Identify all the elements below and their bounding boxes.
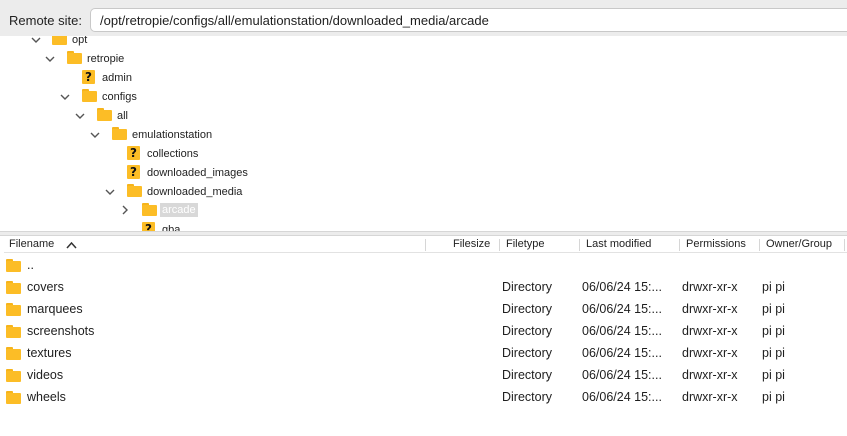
chevron-down-icon[interactable] <box>59 91 71 103</box>
remote-directory-tree[interactable]: opt retropie ? admin configs all emulati… <box>4 36 847 231</box>
file-type: Directory <box>502 302 553 316</box>
column-divider[interactable] <box>579 239 580 251</box>
column-filesize[interactable]: Filesize <box>453 236 490 253</box>
column-last-modified[interactable]: Last modified <box>586 236 651 253</box>
tree-item-gba[interactable]: gba <box>162 223 180 231</box>
tree-item-admin[interactable]: admin <box>102 71 132 85</box>
tree-item-emulationstation[interactable]: emulationstation <box>132 128 212 142</box>
file-row[interactable]: marquees Directory 06/06/24 15:... drwxr… <box>4 298 847 320</box>
column-filename[interactable]: Filename <box>9 236 54 253</box>
file-name: screenshots <box>27 324 95 338</box>
file-modified: 06/06/24 15:... <box>582 346 662 360</box>
column-filetype[interactable]: Filetype <box>506 236 545 253</box>
file-type: Directory <box>502 324 553 338</box>
file-modified: 06/06/24 15:... <box>582 302 662 316</box>
chevron-right-icon[interactable] <box>119 204 131 216</box>
file-type: Directory <box>502 346 553 360</box>
file-name: covers <box>27 280 64 294</box>
column-divider[interactable] <box>425 239 426 251</box>
folder-icon <box>6 281 22 295</box>
file-owner: pi pi <box>762 346 785 360</box>
unknown-folder-icon: ? <box>127 146 140 160</box>
folder-icon <box>127 184 143 198</box>
file-modified: 06/06/24 15:... <box>582 368 662 382</box>
file-modified: 06/06/24 15:... <box>582 324 662 338</box>
folder-icon <box>6 259 22 273</box>
file-permissions: drwxr-xr-x <box>682 302 738 316</box>
folder-icon <box>6 391 22 405</box>
file-type: Directory <box>502 390 553 404</box>
file-name: videos <box>27 368 64 382</box>
file-name: textures <box>27 346 72 360</box>
folder-icon <box>82 89 98 103</box>
file-type: Directory <box>502 280 553 294</box>
tree-item-opt[interactable]: opt <box>72 36 87 47</box>
folder-icon <box>97 108 113 122</box>
folder-icon <box>6 347 22 361</box>
column-permissions[interactable]: Permissions <box>686 236 746 253</box>
remote-file-list[interactable]: Filename Filesize Filetype Last modified… <box>4 236 847 436</box>
column-owner-group[interactable]: Owner/Group <box>766 236 832 253</box>
file-modified: 06/06/24 15:... <box>582 280 662 294</box>
chevron-down-icon[interactable] <box>89 129 101 141</box>
file-permissions: drwxr-xr-x <box>682 368 738 382</box>
file-row[interactable]: wheels Directory 06/06/24 15:... drwxr-x… <box>4 386 847 408</box>
file-row-parent[interactable]: .. <box>4 254 847 276</box>
folder-icon <box>6 303 22 317</box>
file-owner: pi pi <box>762 368 785 382</box>
file-permissions: drwxr-xr-x <box>682 280 738 294</box>
file-row[interactable]: videos Directory 06/06/24 15:... drwxr-x… <box>4 364 847 386</box>
column-divider[interactable] <box>844 239 845 251</box>
folder-icon <box>67 51 83 65</box>
unknown-folder-icon: ? <box>142 222 155 231</box>
sort-ascending-icon[interactable] <box>66 241 77 249</box>
file-type: Directory <box>502 368 553 382</box>
file-owner: pi pi <box>762 280 785 294</box>
chevron-down-icon[interactable] <box>44 53 56 65</box>
file-name: wheels <box>27 390 66 404</box>
unknown-folder-icon: ? <box>82 70 95 84</box>
file-list-header: Filename Filesize Filetype Last modified… <box>4 236 847 253</box>
tree-item-downloaded-images[interactable]: downloaded_images <box>147 166 248 180</box>
column-divider[interactable] <box>759 239 760 251</box>
folder-icon <box>6 369 22 383</box>
folder-icon <box>112 127 128 141</box>
file-owner: pi pi <box>762 302 785 316</box>
tree-item-configs[interactable]: configs <box>102 90 137 104</box>
chevron-down-icon[interactable] <box>104 186 116 198</box>
file-modified: 06/06/24 15:... <box>582 390 662 404</box>
remote-path-input[interactable] <box>90 8 847 32</box>
file-row[interactable]: screenshots Directory 06/06/24 15:... dr… <box>4 320 847 342</box>
column-divider[interactable] <box>499 239 500 251</box>
folder-icon <box>52 36 68 46</box>
file-owner: pi pi <box>762 324 785 338</box>
file-permissions: drwxr-xr-x <box>682 346 738 360</box>
file-owner: pi pi <box>762 390 785 404</box>
folder-icon <box>142 203 158 217</box>
file-name: .. <box>27 258 34 272</box>
file-row[interactable]: covers Directory 06/06/24 15:... drwxr-x… <box>4 276 847 298</box>
tree-item-all[interactable]: all <box>117 109 128 123</box>
chevron-down-icon[interactable] <box>30 36 42 46</box>
folder-icon <box>6 325 22 339</box>
chevron-down-icon[interactable] <box>74 110 86 122</box>
tree-item-arcade[interactable]: arcade <box>160 203 198 217</box>
column-divider[interactable] <box>679 239 680 251</box>
tree-item-collections[interactable]: collections <box>147 147 198 161</box>
tree-item-retropie[interactable]: retropie <box>87 52 124 66</box>
remote-site-label: Remote site: <box>9 13 82 28</box>
file-row[interactable]: textures Directory 06/06/24 15:... drwxr… <box>4 342 847 364</box>
file-permissions: drwxr-xr-x <box>682 324 738 338</box>
remote-site-bar: Remote site: <box>0 0 847 36</box>
file-permissions: drwxr-xr-x <box>682 390 738 404</box>
file-name: marquees <box>27 302 83 316</box>
unknown-folder-icon: ? <box>127 165 140 179</box>
tree-item-downloaded-media[interactable]: downloaded_media <box>147 185 242 199</box>
